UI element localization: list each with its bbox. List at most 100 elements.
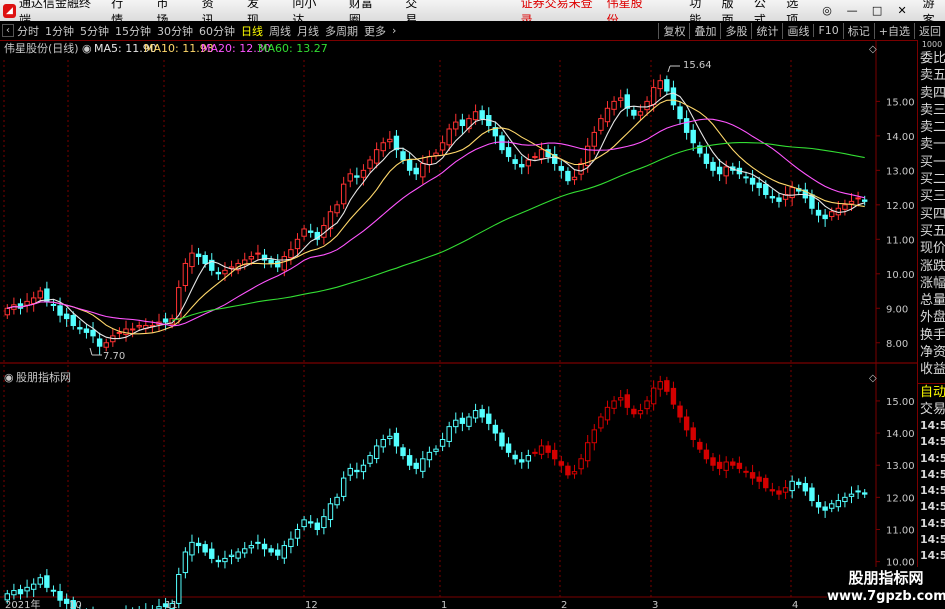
indicator-body [479, 409, 485, 418]
candle-body [525, 159, 532, 167]
draw-line-button[interactable]: 画线 [782, 22, 813, 39]
indicator-body [281, 545, 288, 559]
candle-body [756, 182, 762, 189]
mark-button[interactable]: 标记 [842, 22, 874, 39]
tab-period-1min[interactable]: 1分钟 [45, 23, 74, 39]
tab-period-weekly[interactable]: 周线 [269, 23, 291, 39]
watermark-url: www.7gpzb.com [827, 589, 945, 604]
restore-rights-button[interactable]: 复权 [658, 22, 689, 39]
quote-field-label: 收益 [920, 362, 945, 378]
indicator-body [763, 477, 769, 489]
candle-body [446, 128, 452, 146]
candle-body [855, 197, 861, 200]
indicator-body [809, 487, 815, 502]
candle-body [129, 328, 136, 331]
indicator-body [532, 451, 538, 454]
headset-icon[interactable]: ◎ [821, 4, 834, 18]
candle-body [565, 170, 571, 182]
candle-body [657, 80, 663, 90]
trade-label[interactable]: 交易 [918, 401, 945, 418]
candle-body [373, 149, 380, 164]
add-watchlist-button[interactable]: +自选 [873, 22, 914, 39]
overlay-button[interactable]: 叠加 [689, 22, 720, 39]
date-axis-label: 2 [561, 600, 567, 609]
indicator-body [664, 380, 670, 392]
low-price-marker: 7.70 [103, 351, 125, 362]
price-tick-label: 8.00 [886, 339, 908, 350]
more-chevron-icon[interactable]: › [392, 24, 396, 37]
diamond-icon[interactable]: ◇ [869, 44, 877, 55]
period-toolbar: ‹ 分时 1分钟 5分钟 15分钟 30分钟 60分钟 日线 周线 月线 多周期… [0, 21, 945, 41]
tab-period-15min[interactable]: 15分钟 [115, 23, 151, 39]
candle-body [650, 87, 657, 105]
f10-button[interactable]: F10 [813, 24, 842, 37]
multi-stock-button[interactable]: 多股 [720, 22, 751, 39]
tick-time: 14:56 [920, 549, 945, 563]
indicator-body [690, 427, 696, 440]
quote-field-label: 卖四 [920, 85, 945, 101]
close-icon[interactable]: ✕ [896, 4, 909, 18]
indicator-body [307, 521, 314, 524]
toolbar-collapse-button[interactable]: ‹ [2, 24, 14, 37]
quote-field-label: 总量 [920, 293, 945, 309]
quote-field-label: 买二 [920, 172, 945, 188]
candle-body [406, 159, 413, 171]
statistics-button[interactable]: 统计 [751, 22, 782, 39]
candle-body [631, 109, 637, 116]
indicator-body [4, 593, 10, 601]
tab-period-5min[interactable]: 5分钟 [80, 23, 109, 39]
quote-field-label: 买五 [920, 223, 945, 239]
indicator-body [545, 445, 551, 453]
indicator-body [848, 493, 855, 497]
indicator-body [756, 476, 762, 482]
indicator-body [815, 502, 822, 508]
chart-options-icon[interactable]: ◉ [82, 42, 92, 55]
candle-body [123, 328, 129, 335]
watermark-title: 股朋指标网 [848, 569, 924, 587]
ma5-line [7, 92, 865, 340]
main-candles [4, 74, 868, 355]
price-tick-label: 12.00 [886, 201, 915, 212]
quote-field-label: 外盘 [920, 310, 945, 326]
candle-body [611, 100, 617, 110]
indicator-body [538, 445, 545, 455]
candle-body [439, 142, 446, 151]
tab-period-monthly[interactable]: 月线 [297, 23, 319, 39]
tab-period-more[interactable]: 更多 [364, 23, 386, 39]
quote-field-label: 卖一 [920, 137, 945, 153]
indicator-body [439, 439, 446, 447]
tab-period-60min[interactable]: 60分钟 [199, 23, 235, 39]
kline-chart[interactable]: 15.00 14.00 13.00 12.00 11.00 10.00 9.00 8.00 15… [0, 40, 917, 609]
auto-label[interactable]: 自动 [918, 384, 945, 401]
indicator-body [644, 400, 650, 410]
indicator-body [373, 445, 380, 459]
candle-body [57, 305, 63, 316]
candle-body [749, 177, 756, 185]
tab-period-intraday[interactable]: 分时 [17, 23, 39, 39]
indicator-body [789, 480, 795, 492]
tab-period-daily[interactable]: 日线 [241, 23, 263, 39]
indicator-body [400, 447, 406, 457]
indicator-body [710, 457, 716, 466]
candle-body [664, 79, 670, 92]
candle-body [222, 269, 228, 275]
tick-time: 14:56 [920, 435, 945, 449]
indicator-body [802, 483, 809, 492]
candle-body [77, 327, 83, 330]
candle-body [532, 156, 538, 159]
sub-chart-options-icon[interactable]: ◉ [4, 371, 14, 384]
candle-body [558, 166, 565, 171]
maximize-icon[interactable]: □ [871, 4, 884, 18]
tab-period-30min[interactable]: 30分钟 [157, 23, 193, 39]
minimize-icon[interactable]: — [846, 4, 859, 18]
sub-diamond-icon[interactable]: ◇ [869, 373, 877, 384]
quote-field-list: 委比 卖五 卖四 卖三 卖二 卖一 买一 买二 买三 买四 买五 现价 涨跌 涨幅 总量 外盘 换手 净资 收益 [918, 50, 945, 379]
indicator-body [387, 435, 393, 440]
indicator-body [743, 470, 749, 473]
tab-period-multi[interactable]: 多周期 [325, 23, 358, 39]
tick-time: 14:56 [920, 516, 945, 530]
indicator-body [604, 406, 611, 421]
back-button[interactable]: 返回 [914, 22, 945, 39]
indicator-body [776, 490, 782, 495]
quote-side-panel: 1000 委比 卖五 卖四 卖三 卖二 卖一 买一 买二 买三 买四 买五 现价 涨跌 涨幅 总量 外盘 换手净… [917, 40, 945, 609]
